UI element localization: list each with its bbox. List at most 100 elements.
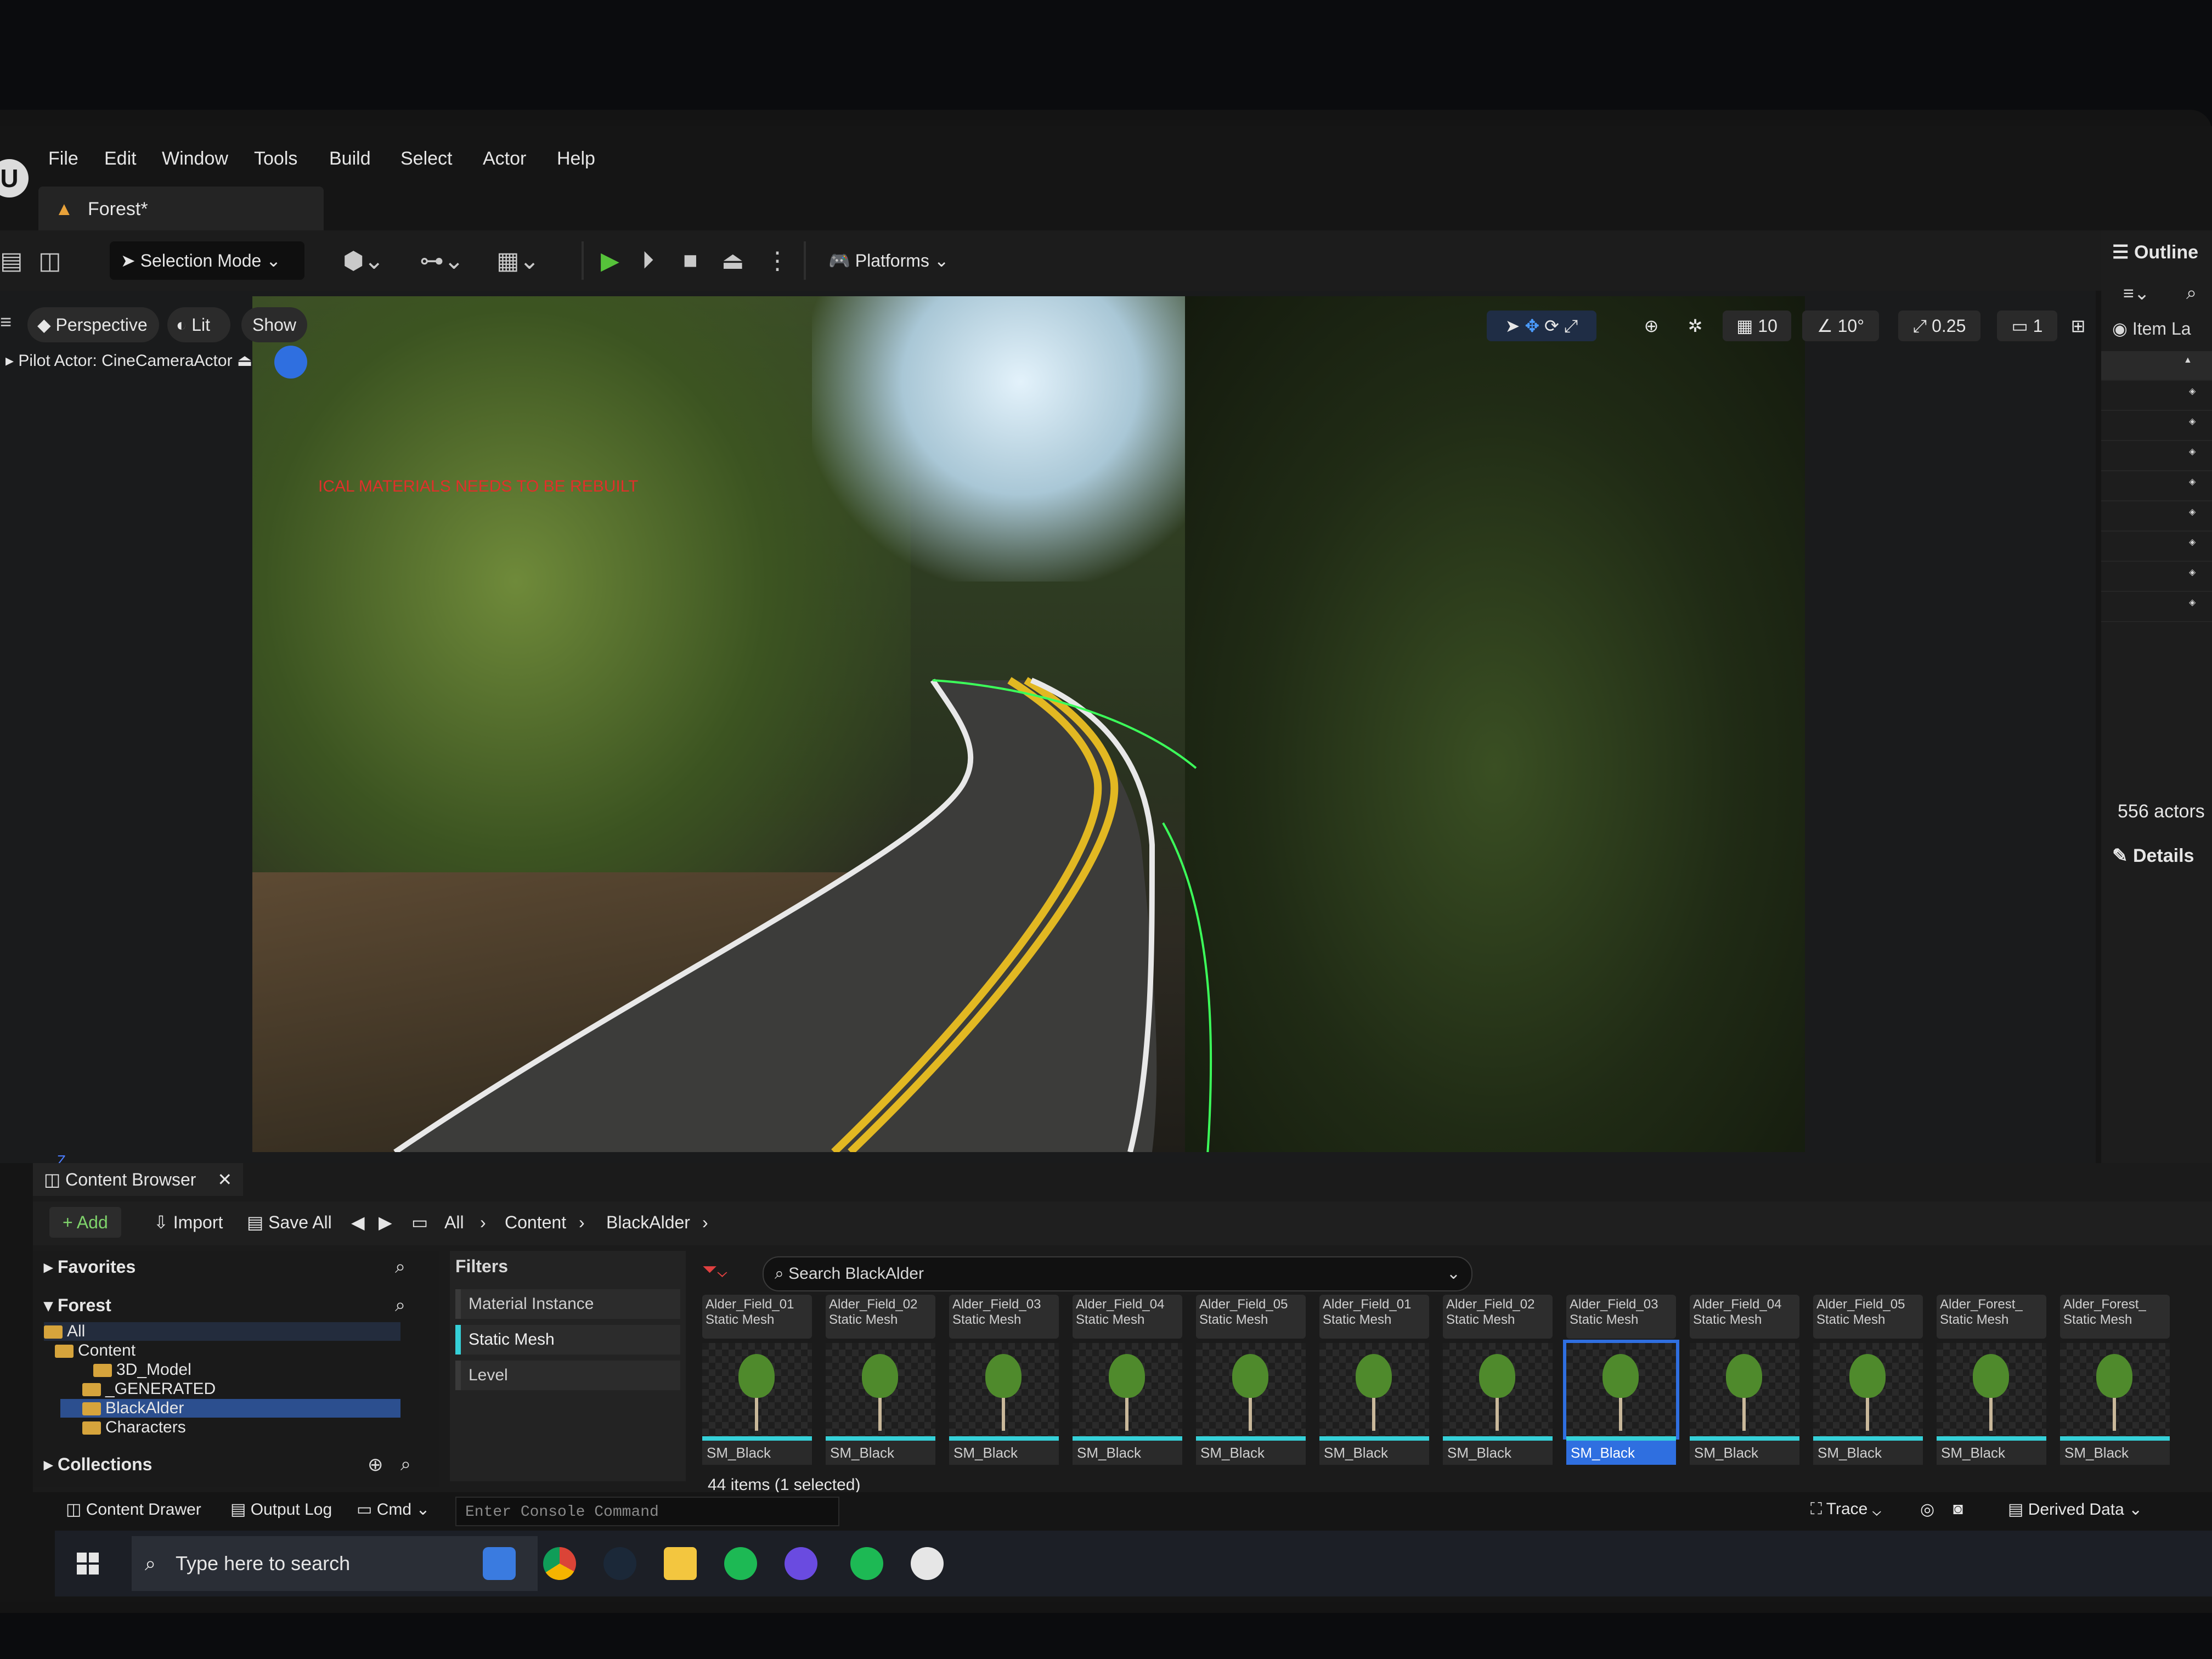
tree-3d-model[interactable]: 3D_Model [93,1361,191,1379]
viewport-options-icon[interactable]: ≡ [0,311,12,334]
tree-generated[interactable]: _GENERATED [82,1380,216,1398]
asset-tile[interactable]: Alder_Field_01 Static Mesh SM_Black [1319,1295,1429,1470]
transform-tools[interactable]: ➤ ✥ ⟳ ⤢ [1487,311,1596,341]
outliner-row[interactable]: ◈ [2101,442,2212,471]
rotation-snap-button[interactable]: ∠ 10° [1802,311,1879,341]
outliner-row[interactable]: ▲ [2101,351,2212,381]
outliner-row[interactable]: ◈ [2101,592,2212,622]
breadcrumb-blackalder[interactable]: BlackAlder [606,1207,690,1238]
scale-snap-button[interactable]: ⤢ 0.25 [1898,311,1980,341]
search-icon[interactable]: ⌕ [2186,283,2197,304]
rotate-icon[interactable]: ⟳ [1544,316,1559,336]
record-icon[interactable]: ◎ [1920,1500,1934,1519]
search-icon[interactable]: ⌕ [395,1256,405,1278]
asset-tile[interactable]: Alder_Field_02 Static Mesh SM_Black [1443,1295,1553,1470]
chrome-icon[interactable] [543,1547,576,1580]
surface-snap-icon[interactable]: ✲ [1679,311,1712,341]
search-icon[interactable]: ⌕ [395,1295,405,1316]
derived-data-button[interactable]: ▤ Derived Data ⌄ [2008,1500,2142,1519]
browse-icon[interactable]: ◫ [38,247,61,275]
menu-edit[interactable]: Edit [104,148,137,170]
blueprint-icon[interactable]: ⊶⌄ [420,247,464,275]
translate-icon[interactable]: ✥ [1525,316,1539,336]
console-input[interactable]: Enter Console Command [455,1497,839,1526]
asset-tile[interactable]: Alder_Field_03 Static Mesh SM_Black [949,1295,1059,1470]
search-icon[interactable]: ⌕ [400,1454,411,1475]
windows-start-icon[interactable] [77,1553,99,1575]
breadcrumb-all[interactable]: All [444,1207,464,1238]
menu-select[interactable]: Select [400,148,453,170]
trace-dropdown[interactable]: ⛶ Trace ⌄ [1810,1500,1881,1519]
asset-tile[interactable]: Alder_Field_02 Static Mesh SM_Black [826,1295,935,1470]
scale-icon[interactable]: ⤢ [1564,316,1578,336]
outliner-row[interactable]: ◈ [2101,562,2212,592]
screenshot-icon[interactable]: ◙ [1953,1500,1963,1519]
tree-all[interactable]: All [44,1322,400,1341]
add-actor-icon[interactable]: ⬢⌄ [343,247,384,275]
tree-characters[interactable]: Characters [82,1418,186,1437]
camera-speed-button[interactable]: ▭ 1 [1997,311,2057,341]
outliner-row[interactable]: ◈ [2101,381,2212,411]
content-drawer-button[interactable]: ◫ Content Drawer [66,1500,201,1519]
forward-icon[interactable]: ▶ [379,1207,392,1238]
asset-tile[interactable]: Alder_Field_05 Static Mesh SM_Black [1813,1295,1923,1470]
discord-icon[interactable] [785,1547,817,1580]
asset-tile[interactable]: Alder_Field_04 Static Mesh SM_Black [1690,1295,1799,1470]
menu-tools[interactable]: Tools [254,148,297,170]
layout-icon[interactable]: ⊞ [2063,311,2094,341]
search-highlight-icon[interactable] [483,1547,516,1580]
filter-static-mesh[interactable]: Static Mesh [455,1325,680,1355]
outliner-row[interactable]: ◈ [2101,502,2212,532]
show-button[interactable]: Show [241,307,307,342]
menu-window[interactable]: Window [162,148,228,170]
breadcrumb-content[interactable]: Content [505,1207,566,1238]
close-icon[interactable]: ✕ [217,1170,232,1189]
asset-tile[interactable]: Alder_Forest_ Static Mesh SM_Black [1937,1295,2046,1470]
tree-blackalder[interactable]: BlackAlder [60,1399,400,1418]
menu-actor[interactable]: Actor [483,148,526,170]
forest-header[interactable]: ▾ Forest [44,1295,111,1316]
cmd-dropdown[interactable]: ▭ Cmd ⌄ [357,1500,430,1519]
step-icon[interactable]: ⏵ [642,247,654,274]
spotify-icon[interactable] [850,1547,883,1580]
save-icon[interactable]: ▤ [0,247,23,275]
outliner-row[interactable]: ◈ [2101,532,2212,562]
filter-funnel-icon[interactable]: ⏷⌄ [702,1259,727,1280]
grid-snap-button[interactable]: ▦ 10 [1723,311,1791,341]
add-button[interactable]: + Add [49,1207,121,1238]
cinematics-icon[interactable]: ▦⌄ [496,247,539,275]
collections-header[interactable]: ▸ Collections [44,1454,152,1475]
back-icon[interactable]: ◀ [351,1207,365,1238]
taskbar-search-input[interactable]: ⌕ Type here to search [132,1536,538,1591]
asset-tile[interactable]: Alder_Field_03 Static Mesh SM_Black [1563,1295,1679,1470]
level-viewport[interactable]: ≡ ◆ Perspective ◐ Lit Show ➤ ✥ ⟳ ⤢ ⊕ ✲ ▦… [0,291,2096,1163]
details-tab[interactable]: ✎ Details [2112,845,2194,867]
filter-icon[interactable]: ≡⌄ [2123,283,2149,304]
save-all-button[interactable]: ▤ Save All [247,1207,332,1238]
output-log-button[interactable]: ▤ Output Log [230,1500,332,1519]
more-options-icon[interactable]: ⋮ [765,247,789,275]
steam-icon[interactable] [603,1547,636,1580]
play-icon[interactable]: ▶ [601,247,619,275]
level-tab[interactable]: ▲ Forest* [38,187,324,230]
favorites-header[interactable]: ▸ Favorites [44,1256,136,1277]
lit-button[interactable]: ◐ Lit [167,307,230,342]
select-icon[interactable]: ➤ [1505,316,1520,336]
asset-tile[interactable]: Alder_Forest_ Static Mesh SM_Black [2060,1295,2170,1470]
unreal-engine-icon[interactable] [911,1547,944,1580]
outliner-row[interactable]: ◈ [2101,411,2212,441]
import-button[interactable]: ⇩ Import [154,1207,223,1238]
content-browser-tab[interactable]: ◫ Content Browser ✕ [33,1163,244,1196]
add-collection-icon[interactable]: ⊕ [368,1454,383,1476]
menu-file[interactable]: File [48,148,78,170]
asset-search-input[interactable]: ⌕ Search BlackAlder ⌄ [763,1256,1472,1291]
eject-icon[interactable]: ⏏ [721,247,744,275]
camera-badge-icon[interactable] [274,346,307,379]
asset-tile[interactable]: Alder_Field_05 Static Mesh SM_Black [1196,1295,1306,1470]
menu-help[interactable]: Help [557,148,595,170]
eye-icon[interactable]: ◉ [2112,319,2128,338]
file-explorer-icon[interactable] [664,1547,697,1580]
stop-icon[interactable]: ■ [683,247,698,274]
world-local-icon[interactable]: ⊕ [1635,311,1668,341]
asset-tile[interactable]: Alder_Field_01 Static Mesh SM_Black [702,1295,812,1470]
